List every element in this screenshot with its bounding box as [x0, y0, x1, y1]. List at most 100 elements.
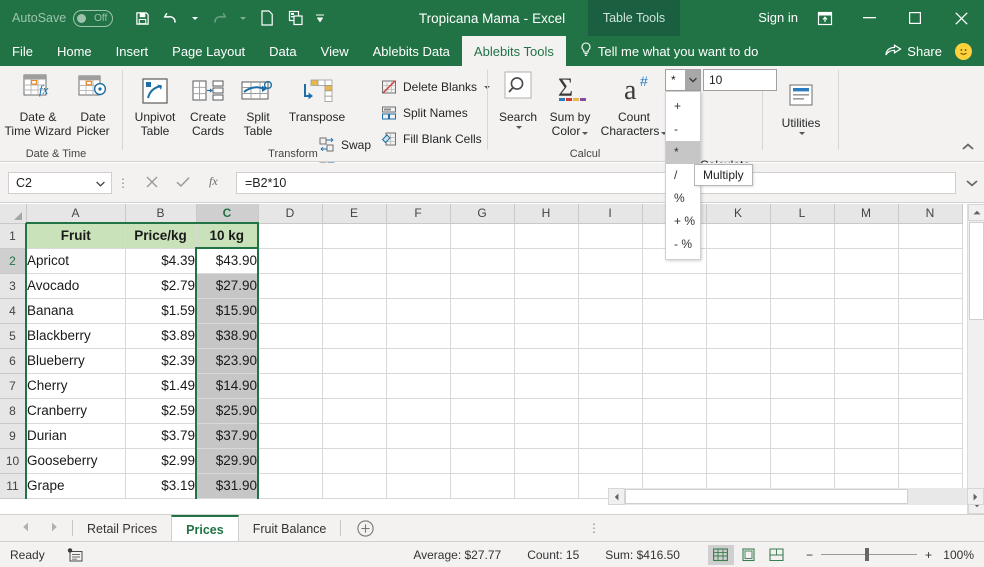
cell-m5[interactable] [834, 323, 899, 349]
cell-f10[interactable] [386, 448, 451, 474]
cell-d11[interactable] [258, 473, 323, 499]
cell-c7[interactable]: $14.90 [195, 373, 259, 399]
cell-f3[interactable] [386, 273, 451, 299]
cell-m8[interactable] [834, 398, 899, 424]
cell-c1[interactable]: 10 kg [196, 222, 259, 249]
add-sheet-button[interactable] [341, 515, 390, 541]
row-header-7[interactable]: 7 [0, 373, 27, 399]
cell-e9[interactable] [322, 423, 387, 449]
cell-j3[interactable] [642, 273, 707, 299]
cell-k7[interactable] [706, 373, 771, 399]
cell-k2[interactable] [706, 248, 771, 274]
cell-b8[interactable]: $2.59 [125, 398, 197, 424]
column-header-e[interactable]: E [322, 204, 387, 224]
horizontal-scroll-track[interactable] [625, 488, 967, 505]
cell-h11[interactable] [514, 473, 579, 499]
copy-icon[interactable] [283, 5, 309, 31]
share-button[interactable]: Share [885, 36, 942, 66]
cell-i4[interactable] [578, 298, 643, 324]
undo-dropdown-icon[interactable] [187, 5, 203, 31]
feedback-smiley-icon[interactable] [955, 43, 972, 60]
cell-g10[interactable] [450, 448, 515, 474]
row-header-5[interactable]: 5 [0, 323, 27, 349]
operand-number-input[interactable]: 10 [703, 69, 777, 91]
cell-b1[interactable]: Price/kg [125, 222, 197, 249]
cell-m3[interactable] [834, 273, 899, 299]
row-header-1[interactable]: 1 [0, 223, 27, 249]
cell-e7[interactable] [322, 373, 387, 399]
operator-option-minus[interactable]: - [666, 118, 700, 141]
sheet-tab-retail-prices[interactable]: Retail Prices [73, 515, 171, 542]
cell-m2[interactable] [834, 248, 899, 274]
cell-i6[interactable] [578, 348, 643, 374]
cell-h2[interactable] [514, 248, 579, 274]
operator-combo-box[interactable]: * [665, 69, 701, 91]
cell-a1[interactable]: Fruit [25, 222, 126, 249]
cell-a10[interactable]: Gooseberry [25, 448, 126, 474]
cell-l8[interactable] [770, 398, 835, 424]
normal-view-icon[interactable] [707, 544, 734, 565]
column-header-g[interactable]: G [450, 204, 515, 224]
cell-c3[interactable]: $27.90 [195, 273, 259, 299]
operator-option-multiply[interactable]: * [666, 141, 700, 164]
undo-icon[interactable] [158, 5, 184, 31]
redo-icon[interactable] [206, 5, 232, 31]
tab-ablebits-tools[interactable]: Ablebits Tools [461, 36, 566, 66]
cell-j5[interactable] [642, 323, 707, 349]
cell-b9[interactable]: $3.79 [125, 423, 197, 449]
column-header-b[interactable]: B [125, 204, 197, 224]
cell-c8[interactable]: $25.90 [195, 398, 259, 424]
cell-m6[interactable] [834, 348, 899, 374]
cell-j4[interactable] [642, 298, 707, 324]
cell-n4[interactable] [898, 298, 963, 324]
cell-g5[interactable] [450, 323, 515, 349]
cell-n1[interactable] [898, 223, 963, 249]
cell-f4[interactable] [386, 298, 451, 324]
cell-k8[interactable] [706, 398, 771, 424]
cell-i1[interactable] [578, 223, 643, 249]
cell-m10[interactable] [834, 448, 899, 474]
cell-i8[interactable] [578, 398, 643, 424]
cell-b11[interactable]: $3.19 [125, 473, 197, 499]
scroll-up-button[interactable] [968, 204, 984, 221]
cell-d8[interactable] [258, 398, 323, 424]
split-names-button[interactable]: Split Names [380, 102, 468, 124]
name-box-dropdown-icon[interactable] [96, 176, 105, 190]
cell-h9[interactable] [514, 423, 579, 449]
expand-formula-bar-button[interactable] [960, 179, 984, 187]
zoom-slider-handle[interactable] [864, 548, 869, 561]
cell-m4[interactable] [834, 298, 899, 324]
cell-k3[interactable] [706, 273, 771, 299]
row-header-2[interactable]: 2 [0, 248, 27, 274]
cell-l7[interactable] [770, 373, 835, 399]
column-header-l[interactable]: L [770, 204, 835, 224]
tab-home[interactable]: Home [45, 36, 104, 66]
cell-g1[interactable] [450, 223, 515, 249]
formula-input[interactable]: =B2*10 [236, 171, 956, 194]
cell-k6[interactable] [706, 348, 771, 374]
minimize-button[interactable] [846, 0, 892, 36]
cell-l1[interactable] [770, 223, 835, 249]
name-box[interactable]: C2 [8, 171, 112, 194]
zoom-in-button[interactable]: + [925, 548, 932, 562]
cell-c10[interactable]: $29.90 [195, 448, 259, 474]
cell-f5[interactable] [386, 323, 451, 349]
cell-l2[interactable] [770, 248, 835, 274]
zoom-level[interactable]: 100% [940, 548, 974, 562]
cell-i10[interactable] [578, 448, 643, 474]
cell-n9[interactable] [898, 423, 963, 449]
cell-b10[interactable]: $2.99 [125, 448, 197, 474]
cell-f1[interactable] [386, 223, 451, 249]
cell-j8[interactable] [642, 398, 707, 424]
cell-k10[interactable] [706, 448, 771, 474]
cell-l3[interactable] [770, 273, 835, 299]
check-icon[interactable] [176, 175, 190, 191]
sheet-tab-prices[interactable]: Prices [171, 515, 239, 542]
cell-j10[interactable] [642, 448, 707, 474]
sum-by-color-dropdown-icon[interactable] [582, 132, 589, 135]
cancel-icon[interactable] [146, 175, 158, 191]
search-dropdown-icon[interactable] [516, 126, 522, 129]
cell-a6[interactable]: Blueberry [25, 348, 126, 374]
cell-d9[interactable] [258, 423, 323, 449]
column-header-a[interactable]: A [26, 204, 126, 224]
